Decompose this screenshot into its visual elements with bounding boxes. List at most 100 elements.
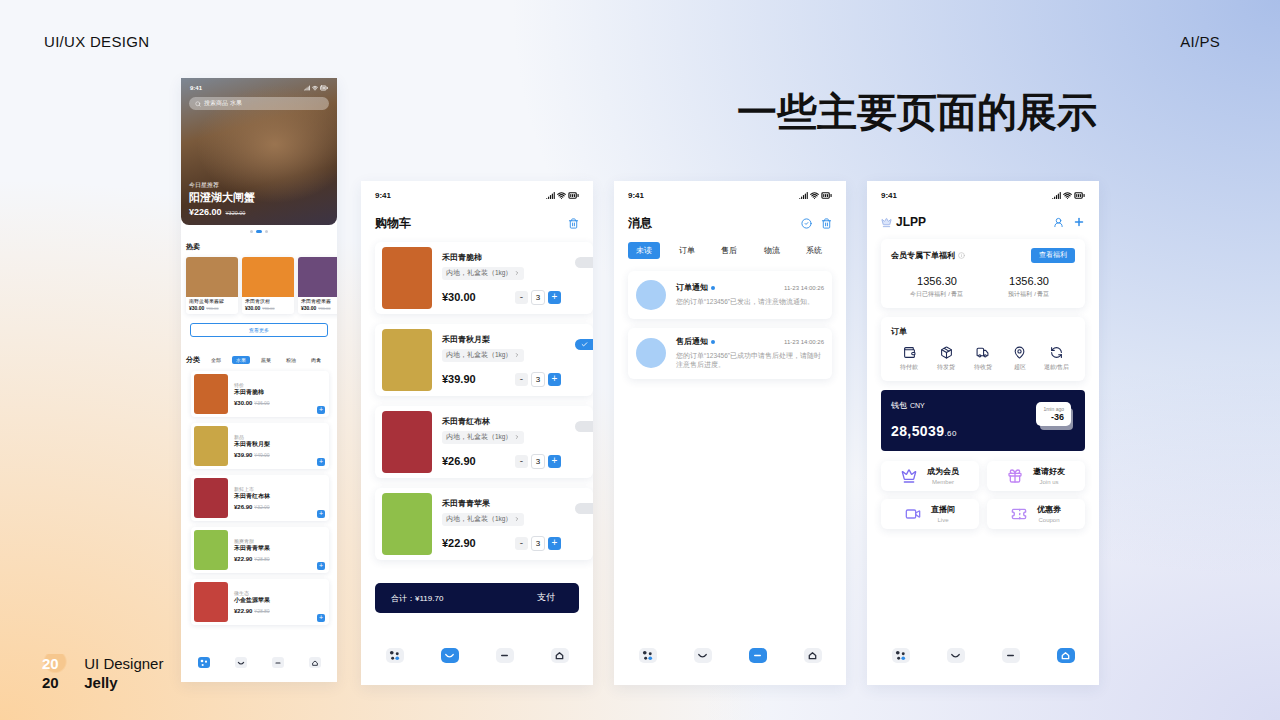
product-name: 禾田青沃柑 bbox=[242, 297, 294, 304]
hot-card[interactable]: 南野蓝莓果酱罐¥30.00¥36.00 bbox=[186, 257, 238, 314]
product-row[interactable]: 新鲜上市禾田青红布林¥26.90¥32.00+ bbox=[191, 475, 329, 521]
product-photo bbox=[382, 411, 432, 473]
quantity: 3 bbox=[531, 536, 545, 551]
nav-item[interactable] bbox=[892, 648, 910, 663]
product-photo bbox=[186, 257, 238, 297]
tab[interactable]: 售后 bbox=[713, 242, 745, 259]
nav-item[interactable] bbox=[309, 657, 321, 668]
nav-item[interactable] bbox=[947, 648, 965, 663]
user-icon[interactable] bbox=[1053, 217, 1064, 228]
add-button[interactable]: + bbox=[317, 510, 325, 518]
category-tab[interactable]: 粮油 bbox=[282, 356, 300, 364]
product-row[interactable]: 微生态小金盐源苹果¥22.90¥28.80+ bbox=[191, 579, 329, 625]
minus-button[interactable]: - bbox=[515, 455, 528, 468]
message-icon bbox=[274, 659, 282, 667]
plus-button[interactable]: + bbox=[548, 291, 561, 304]
benefits-button[interactable]: 查看福利 bbox=[1031, 248, 1075, 263]
plus-button[interactable]: + bbox=[548, 455, 561, 468]
nav-item[interactable] bbox=[386, 648, 404, 663]
minus-button[interactable]: - bbox=[515, 291, 528, 304]
service-card[interactable]: 优惠券Coupon bbox=[987, 499, 1085, 529]
minus-button[interactable]: - bbox=[515, 373, 528, 386]
nav-item[interactable] bbox=[441, 648, 459, 663]
home-icon bbox=[554, 650, 565, 661]
order-shortcut[interactable]: 待收货 bbox=[965, 346, 1002, 372]
plus-button[interactable]: + bbox=[548, 373, 561, 386]
spec-selector[interactable]: 内地，礼盒装（1kg） bbox=[442, 513, 524, 526]
quantity-stepper: -3+ bbox=[515, 290, 561, 305]
message-title: 售后通知 bbox=[676, 337, 708, 347]
service-card[interactable]: 成为会员Member bbox=[881, 461, 979, 491]
category-tab[interactable]: 蔬菜 bbox=[257, 356, 275, 364]
select-toggle[interactable] bbox=[575, 503, 593, 514]
nav-item[interactable] bbox=[496, 648, 514, 663]
select-toggle[interactable] bbox=[575, 257, 593, 268]
category-tab[interactable]: 全部 bbox=[207, 356, 225, 364]
carousel-dot[interactable] bbox=[265, 230, 268, 233]
spec-selector[interactable]: 内地，礼盒装（1kg） bbox=[442, 431, 524, 444]
product-name: 禾田青脆柿 bbox=[442, 252, 565, 263]
spec-selector[interactable]: 内地，礼盒装（1kg） bbox=[442, 267, 524, 280]
nav-item[interactable] bbox=[749, 648, 767, 663]
nav-item[interactable] bbox=[198, 657, 210, 668]
product-name: 南野蓝莓果酱罐 bbox=[186, 297, 238, 304]
nav-item[interactable] bbox=[272, 657, 284, 668]
order-shortcut[interactable]: 退款/售后 bbox=[1038, 346, 1075, 372]
product-row[interactable]: 特价禾田青脆柿¥30.00¥36.00+ bbox=[191, 371, 329, 417]
hot-card[interactable]: 禾田青橙果酱¥30.00¥36.00 bbox=[298, 257, 337, 314]
wallet-card[interactable]: 钱包CNY28,5039.601min ago-36 bbox=[881, 390, 1085, 451]
search-field[interactable]: 搜索商品 水果 bbox=[189, 97, 329, 110]
signature: 20UI Designer20Jelly bbox=[40, 654, 181, 692]
carousel-dot[interactable] bbox=[250, 230, 253, 233]
add-button[interactable]: + bbox=[317, 562, 325, 570]
plus-icon[interactable] bbox=[1073, 216, 1085, 228]
price: ¥30.00 bbox=[234, 400, 252, 406]
service-card[interactable]: 邀请好友Join us bbox=[987, 461, 1085, 491]
unread-dot bbox=[711, 340, 715, 344]
plus-button[interactable]: + bbox=[548, 537, 561, 550]
nav-item[interactable] bbox=[694, 648, 712, 663]
order-shortcut[interactable]: 待付款 bbox=[891, 346, 928, 372]
category-tab[interactable]: 水果 bbox=[232, 356, 250, 364]
top-bar: 消息 bbox=[614, 201, 846, 242]
pay-button[interactable]: 支付 bbox=[537, 592, 555, 604]
tab[interactable]: 订单 bbox=[671, 242, 703, 259]
tab[interactable]: 系统 bbox=[798, 242, 830, 259]
product-row[interactable]: 脆爽青甜禾田青青苹果¥22.90¥28.80+ bbox=[191, 527, 329, 573]
price: ¥22.90 bbox=[234, 608, 252, 614]
order-shortcut[interactable]: 超区 bbox=[1001, 346, 1038, 372]
message-card[interactable]: 订单通知11-23 14:00:26您的订单“123456”已发出，请注意物流通… bbox=[628, 271, 832, 319]
category-tab[interactable]: 肉禽 bbox=[307, 356, 325, 364]
service-card[interactable]: 直播间Live bbox=[881, 499, 979, 529]
nav-item[interactable] bbox=[1002, 648, 1020, 663]
trash-icon[interactable] bbox=[568, 218, 579, 229]
service-title: 成为会员 bbox=[927, 467, 959, 477]
more-button[interactable]: 查看更多 bbox=[190, 323, 328, 337]
add-button[interactable]: + bbox=[317, 406, 325, 414]
nav-item[interactable] bbox=[1057, 648, 1075, 663]
message-card[interactable]: 售后通知11-23 14:00:26您的订单“123456”已成功申请售后处理，… bbox=[628, 328, 832, 379]
trash-icon[interactable] bbox=[821, 218, 832, 229]
spec-selector[interactable]: 内地，礼盒装（1kg） bbox=[442, 349, 524, 362]
hot-card[interactable]: 禾田青沃柑¥30.00¥36.00 bbox=[242, 257, 294, 314]
product-row[interactable]: 新品禾田青秋月梨¥39.90¥49.00+ bbox=[191, 423, 329, 469]
select-toggle[interactable] bbox=[575, 421, 593, 432]
product-name: 禾田青秋月梨 bbox=[442, 334, 565, 345]
nav-item[interactable] bbox=[551, 648, 569, 663]
stat-value: 1356.30 bbox=[891, 275, 983, 287]
old-price: ¥36.00 bbox=[254, 400, 269, 406]
nav-item[interactable] bbox=[804, 648, 822, 663]
stat-label: 预计福利 / 青豆 bbox=[983, 290, 1075, 299]
select-toggle[interactable] bbox=[575, 339, 593, 350]
add-button[interactable]: + bbox=[317, 458, 325, 466]
carousel-dot[interactable] bbox=[256, 230, 262, 233]
add-button[interactable]: + bbox=[317, 614, 325, 622]
order-shortcut[interactable]: 待发货 bbox=[928, 346, 965, 372]
card-title: 会员专属下单福利 bbox=[891, 250, 965, 261]
nav-item[interactable] bbox=[235, 657, 247, 668]
tab[interactable]: 物流 bbox=[756, 242, 788, 259]
minus-button[interactable]: - bbox=[515, 537, 528, 550]
tab[interactable]: 未读 bbox=[628, 242, 660, 259]
nav-item[interactable] bbox=[639, 648, 657, 663]
mark-read-icon[interactable] bbox=[801, 218, 812, 229]
